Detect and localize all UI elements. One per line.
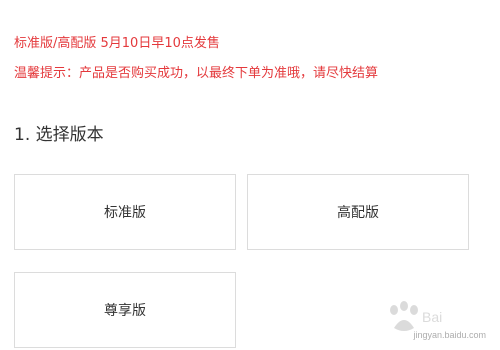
version-option-high[interactable]: 高配版	[247, 174, 469, 250]
svg-text:Bai: Bai	[422, 309, 442, 325]
watermark-text: jingyan.baidu.com	[413, 330, 486, 340]
purchase-tip: 温馨提示：产品是否购买成功，以最终下单为准哦，请尽快结算	[14, 66, 379, 81]
version-option-label: 尊享版	[104, 303, 146, 319]
version-option-standard[interactable]: 标准版	[14, 174, 236, 250]
version-option-premium[interactable]: 尊享版	[14, 272, 236, 348]
version-option-label: 高配版	[337, 205, 379, 221]
version-option-label: 标准版	[104, 205, 146, 221]
product-version-page: 标准版/高配版 5月10日早10点发售 温馨提示：产品是否购买成功，以最终下单为…	[0, 0, 500, 350]
release-notice: 标准版/高配版 5月10日早10点发售	[14, 36, 220, 51]
select-version-title: 1. 选择版本	[14, 125, 104, 145]
